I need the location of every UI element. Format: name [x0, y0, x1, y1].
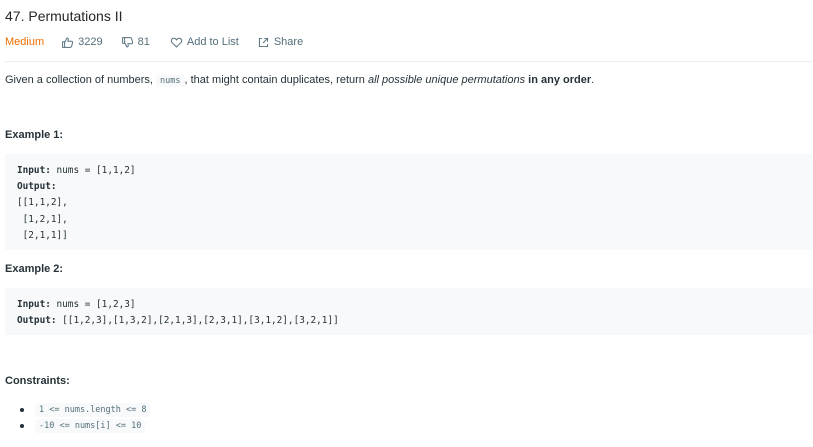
bullet-icon [20, 424, 24, 428]
example-1-output-value: [[1,1,2], [17, 197, 68, 209]
example-1-input-line: Input: nums = [1,1,2] [17, 163, 801, 179]
add-to-list-button[interactable]: Add to List [170, 36, 239, 49]
thumbs-down-icon [121, 36, 133, 47]
description-strong: in any order [528, 74, 592, 86]
constraint-code: -10 <= nums[i] <= 10 [35, 419, 146, 433]
dislike-button[interactable]: 81 [121, 36, 150, 49]
bullet-icon [20, 408, 24, 412]
example-1-code-block: Input: nums = [1,1,2] Output: [[1,1,2], … [5, 154, 813, 250]
description-emphasis: all possible unique permutations [367, 74, 526, 86]
thumbs-up-icon [62, 37, 74, 48]
description-text: Given a collection of numbers, [5, 74, 157, 86]
constraints-heading: Constraints: [5, 375, 70, 387]
problem-meta-bar: Medium 3229 81 Add to List Share [5, 34, 303, 50]
constraint-code: 1 <= nums.length <= 8 [35, 403, 151, 417]
dislikes-count: 81 [137, 36, 150, 48]
output-label: Output: [17, 181, 57, 193]
problem-title: 47. Permutations II [5, 8, 123, 24]
example-1-output-line: Output: [17, 179, 801, 195]
example-2-heading: Example 2: [5, 263, 64, 275]
output-value: [[1,2,3],[1,3,2],[2,1,3],[2,3,1],[3,1,2]… [56, 315, 339, 327]
example-2-code-block: Input: nums = [1,2,3] Output: [[1,2,3],[… [5, 288, 813, 335]
example-1-heading: Example 1: [5, 129, 64, 141]
example-1-output-value: [1,2,1], [17, 213, 68, 225]
description-text: . [591, 74, 595, 86]
input-label: Input: [17, 299, 51, 310]
heart-icon [170, 37, 183, 48]
example-1-output-value: [2,1,1]] [17, 229, 68, 241]
input-label: Input: [17, 165, 51, 176]
share-icon [258, 37, 268, 47]
input-value: nums = [1,2,3] [50, 299, 136, 310]
share-label: Share [273, 36, 304, 48]
add-to-list-label: Add to List [186, 36, 239, 48]
example-2-output-line: Output: [[1,2,3],[1,3,2],[2,1,3],[2,3,1]… [17, 313, 801, 329]
header-divider [5, 61, 813, 62]
likes-count: 3229 [78, 36, 103, 48]
output-label: Output: [17, 315, 57, 327]
description-text: , that might contain duplicates, return [184, 74, 368, 86]
inline-code-nums: nums [156, 75, 185, 87]
input-value: nums = [1,1,2] [50, 165, 136, 176]
example-2-input-line: Input: nums = [1,2,3] [17, 297, 801, 313]
share-button[interactable]: Share [257, 36, 303, 49]
problem-description: Given a collection of numbers, nums, tha… [5, 74, 595, 87]
difficulty-badge: Medium [5, 36, 45, 48]
like-button[interactable]: 3229 [61, 36, 103, 49]
